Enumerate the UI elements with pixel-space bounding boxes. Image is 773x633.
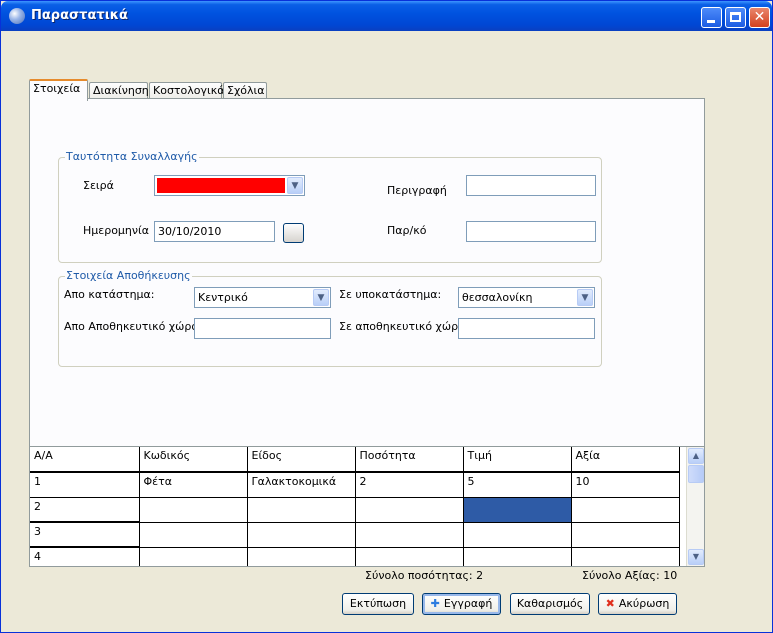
table-cell[interactable] [247, 522, 356, 548]
to-warehouse-label: Σε αποθηκευτικό χώρο: [339, 320, 469, 333]
table-cell[interactable] [139, 497, 248, 523]
scroll-down-icon[interactable]: ▼ [688, 549, 704, 565]
print-button[interactable]: Εκτύπωση [342, 593, 414, 615]
to-branch-value: θεσσαλονίκη [462, 291, 533, 304]
storage-group: Στοιχεία Αποθήκευσης Απο κατάστημα: Κεντ… [58, 269, 602, 367]
table-cell[interactable] [139, 522, 248, 548]
from-store-label: Απο κατάστημα: [64, 288, 155, 301]
client-area: Στοιχεία Διακίνηση Κοστολογικά Σχόλια Τα… [5, 31, 768, 630]
app-icon [9, 8, 25, 24]
clear-button[interactable]: Καθαρισμός [510, 593, 590, 615]
maximize-button[interactable] [725, 7, 746, 28]
clear-button-label: Καθαρισμός [516, 597, 584, 610]
value-total: Σύνολο Αξίας: 10 [582, 569, 678, 582]
table-cell[interactable]: 10 [571, 472, 680, 498]
transaction-group-title: Ταυτότητα Συναλλαγής [65, 150, 199, 163]
table-row: 1 Φέτα Γαλακτοκομικά 2 5 10 [30, 472, 680, 498]
description-field[interactable] [466, 175, 596, 196]
close-button[interactable]: ✕ [749, 7, 770, 28]
row-number[interactable]: 3 [30, 522, 140, 548]
app-window: Παραστατικά ✕ Στοιχεία Διακίνηση Κοστολο… [0, 0, 773, 633]
column-header-timi[interactable]: Τιμή [463, 447, 572, 473]
transaction-group: Ταυτότητα Συναλλαγής Σειρά ▼ Περιγραφή Η… [58, 150, 602, 263]
vertical-scrollbar[interactable]: ▲ ▼ [686, 447, 704, 566]
series-select[interactable]: ▼ [154, 175, 305, 196]
column-header-eidos[interactable]: Είδος [247, 447, 356, 473]
minimize-icon [707, 20, 715, 23]
table-cell[interactable] [571, 522, 680, 548]
title-bar[interactable]: Παραστατικά ✕ [1, 1, 772, 31]
table-row: 2 [30, 497, 680, 523]
cancel-button-label: Ακύρωση [618, 597, 670, 610]
chevron-down-icon[interactable]: ▼ [577, 289, 593, 306]
from-warehouse-field[interactable] [194, 318, 331, 339]
table-cell[interactable]: Φέτα [139, 472, 248, 498]
from-warehouse-label: Απο Αποθηκευτικό χώρο: [64, 320, 202, 333]
table-cell[interactable] [139, 547, 248, 566]
storage-group-title: Στοιχεία Αποθήκευσης [65, 269, 192, 282]
from-store-value: Κεντρικό [198, 291, 248, 304]
table-cell[interactable] [571, 547, 680, 566]
selected-cell[interactable] [463, 497, 572, 523]
cross-icon: ✖ [605, 597, 615, 610]
date-picker-button[interactable] [283, 223, 304, 243]
items-grid[interactable]: Α/Α Κωδικός Είδος Ποσότητα Τιμή Αξία 1 Φ… [29, 446, 705, 567]
to-branch-label: Σε υποκατάστημα: [339, 288, 442, 301]
table-cell[interactable] [247, 497, 356, 523]
items-table: Α/Α Κωδικός Είδος Ποσότητα Τιμή Αξία 1 Φ… [30, 447, 680, 566]
table-cell[interactable] [247, 547, 356, 566]
scroll-thumb[interactable] [688, 465, 704, 483]
row-number[interactable]: 2 [30, 497, 140, 523]
table-row: 4 [30, 547, 680, 566]
table-cell[interactable] [463, 547, 572, 566]
column-header-aa[interactable]: Α/Α [30, 447, 140, 473]
tab-panel: Ταυτότητα Συναλλαγής Σειρά ▼ Περιγραφή Η… [29, 98, 705, 472]
save-button[interactable]: ✚ Εγγραφή [422, 593, 501, 615]
minimize-button[interactable] [701, 7, 722, 28]
tab-stoixeia[interactable]: Στοιχεία [29, 79, 88, 101]
chevron-down-icon[interactable]: ▼ [313, 289, 329, 306]
table-cell[interactable] [355, 522, 464, 548]
scroll-up-icon[interactable]: ▲ [688, 448, 704, 464]
column-header-axia[interactable]: Αξία [571, 447, 680, 473]
table-cell[interactable]: Γαλακτοκομικά [247, 472, 356, 498]
table-cell[interactable] [463, 522, 572, 548]
save-button-label: Εγγραφή [443, 597, 493, 610]
table-row: 3 [30, 522, 680, 548]
from-store-select[interactable]: Κεντρικό ▼ [194, 287, 331, 308]
table-cell[interactable] [355, 547, 464, 566]
parko-label: Παρ/κό [387, 224, 427, 237]
date-label: Ημερομηνία [83, 224, 150, 237]
window-title: Παραστατικά [31, 8, 128, 23]
parko-field[interactable] [466, 221, 596, 242]
series-color-fill [157, 178, 285, 193]
maximize-icon [730, 12, 741, 22]
print-button-label: Εκτύπωση [349, 597, 407, 610]
to-warehouse-field[interactable] [458, 318, 595, 339]
date-field[interactable]: 30/10/2010 [154, 221, 275, 242]
table-cell[interactable] [355, 497, 464, 523]
plus-icon: ✚ [430, 597, 440, 610]
close-icon: ✕ [753, 9, 766, 25]
series-label: Σειρά [83, 179, 114, 192]
table-cell[interactable]: 2 [355, 472, 464, 498]
description-label: Περιγραφή [387, 184, 447, 197]
row-number[interactable]: 4 [30, 547, 140, 566]
column-header-kodikos[interactable]: Κωδικός [139, 447, 248, 473]
table-cell[interactable] [571, 497, 680, 523]
row-number[interactable]: 1 [30, 472, 140, 498]
cancel-button[interactable]: ✖ Ακύρωση [598, 593, 677, 615]
to-branch-select[interactable]: θεσσαλονίκη ▼ [458, 287, 595, 308]
column-header-posotita[interactable]: Ποσότητα [355, 447, 464, 473]
quantity-total: Σύνολο ποσότητας: 2 [365, 569, 484, 582]
chevron-down-icon[interactable]: ▼ [287, 177, 303, 194]
grid-header-row: Α/Α Κωδικός Είδος Ποσότητα Τιμή Αξία [30, 447, 680, 473]
table-cell[interactable]: 5 [463, 472, 572, 498]
